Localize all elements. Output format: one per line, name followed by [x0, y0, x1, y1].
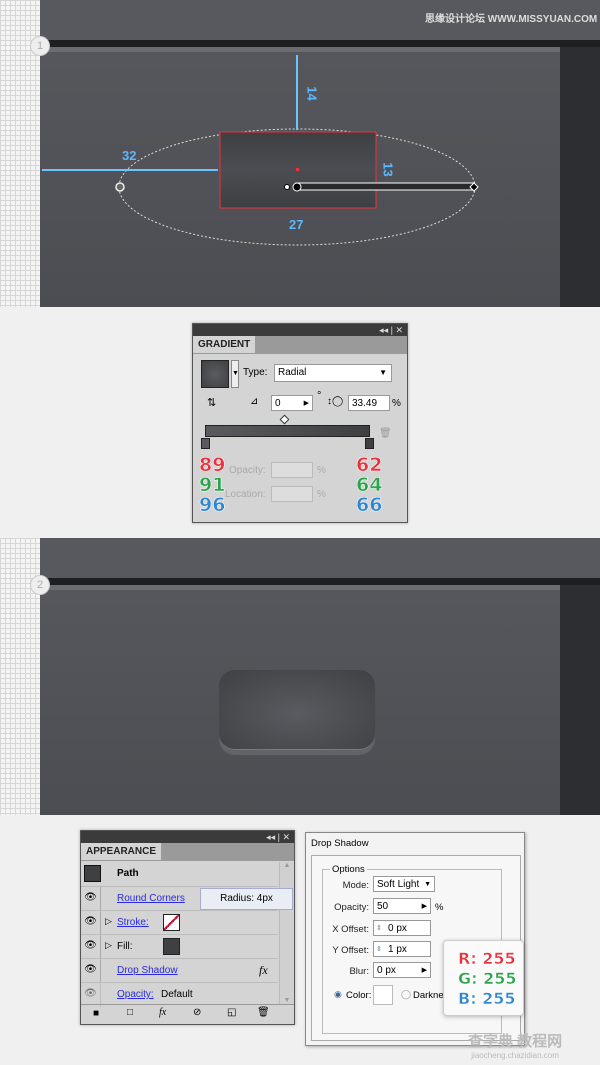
blur-input[interactable]: 0 px ▶ [373, 962, 431, 978]
angle-icon: ⊿ [250, 396, 259, 407]
angle-input[interactable]: 0 ▶ [271, 395, 313, 411]
eye-icon[interactable]: 👁 [81, 911, 101, 935]
mode-select[interactable]: Soft Light ▼ [373, 876, 435, 892]
gradient-annotation [42, 55, 479, 246]
opacity-unit: % [317, 465, 326, 476]
path-thumbnail [84, 865, 101, 882]
midpoint-diamond[interactable] [279, 414, 290, 425]
color-label: Color: [346, 990, 372, 1001]
gradient-swatch[interactable] [201, 360, 229, 388]
panel-controls[interactable]: ◂◂ | ✕ [193, 324, 407, 336]
options-legend: Options [330, 864, 367, 875]
darkness-radio[interactable]: ◯ [401, 989, 411, 1000]
stroke-row[interactable]: 👁 ▷ Stroke: [81, 910, 278, 935]
location-unit: % [317, 489, 326, 500]
eye-icon[interactable]: 👁 [81, 887, 101, 911]
x-offset-label: X Offset: [332, 924, 369, 935]
mode-label: Mode: [342, 880, 369, 891]
drop-shadow-link[interactable]: Drop Shadow [117, 965, 178, 976]
measure-left: 32 [122, 148, 137, 163]
gradient-slider[interactable] [205, 425, 370, 437]
x-offset-input[interactable]: 0 px ⇕ [373, 920, 431, 936]
dark-line-2 [40, 578, 600, 585]
opacity-label: Opacity: [229, 465, 266, 476]
appearance-panel: ◂◂ | ✕ APPEARANCE Path 👁 Round Corners 👁 ▷… [80, 830, 295, 1025]
gradient-panel: ◂◂ | ✕ GRADIENT ▼ Type: Radial ▼ ⇅ ⊿ 0 ▶ °… [192, 323, 408, 523]
delete-icon[interactable]: 🗑 [257, 1007, 270, 1018]
path-label: Path [117, 868, 139, 879]
fill-label[interactable]: Fill: [117, 941, 133, 952]
expand-triangle-icon[interactable]: ▷ [105, 940, 112, 951]
rgb-tooltip: R: 255 G: 255 B: 255 [443, 940, 524, 1016]
aspect-ratio-icon: ↕◯ [327, 396, 344, 407]
tab-appearance[interactable]: APPEARANCE [81, 843, 162, 860]
canvas-top-band-2 [40, 538, 600, 578]
location-input[interactable] [271, 486, 313, 502]
measure-right: 13 [380, 162, 396, 177]
fill-swatch[interactable] [163, 938, 180, 955]
right-stop-rgb: 62 64 66 [356, 454, 383, 516]
color-radio[interactable]: ◉ [334, 989, 342, 1000]
stroke-none-swatch[interactable] [163, 914, 180, 931]
panel-controls[interactable]: ◂◂ | ✕ [81, 831, 294, 843]
eye-icon[interactable]: 👁 [81, 935, 101, 959]
stroke-link[interactable]: Stroke: [117, 917, 149, 928]
rounded-button-shape [219, 670, 375, 750]
swatch-dropdown-icon[interactable]: ▼ [231, 360, 239, 388]
opacity-unit: % [435, 902, 444, 913]
shadow-color-swatch[interactable] [373, 985, 393, 1005]
eye-icon[interactable]: 👁 [81, 959, 101, 983]
round-corners-link[interactable]: Round Corners [117, 893, 185, 904]
expand-triangle-icon[interactable]: ▷ [105, 916, 112, 927]
path-row[interactable]: Path [81, 862, 278, 886]
opacity-link[interactable]: Opacity: [117, 989, 154, 1000]
fill-row[interactable]: 👁 ▷ Fill: [81, 934, 278, 959]
step-badge: 2 [30, 575, 50, 595]
location-label: Location: [225, 489, 266, 500]
tab-gradient[interactable]: GRADIENT [193, 336, 256, 353]
opacity-input[interactable]: 50 ▶ [373, 898, 431, 914]
y-offset-label: Y Offset: [332, 945, 369, 956]
watermark-bottom: 查字典 教程网 jiaocheng.chazidian.com [468, 1033, 563, 1060]
opacity-input[interactable] [271, 462, 313, 478]
dialog-title: Drop Shadow [311, 838, 369, 849]
add-effect-icon[interactable]: fx [159, 1007, 166, 1018]
opacity-value: Default [161, 989, 193, 1000]
new-art-icon[interactable]: ■ [93, 1008, 99, 1019]
degree-label: ° [317, 390, 322, 402]
measure-bottom: 27 [289, 217, 304, 232]
type-select[interactable]: Radial ▼ [274, 364, 392, 382]
reverse-gradient-icon[interactable]: ⇅ [207, 396, 216, 409]
scrollbar[interactable]: ▲ ▼ [279, 862, 294, 1004]
color-stop-left[interactable] [201, 438, 210, 449]
measure-top: 14 [304, 86, 320, 101]
opacity-label: Opacity: [334, 902, 369, 913]
type-label: Type: [243, 367, 268, 378]
gradient-annotator [295, 182, 475, 191]
percent-label: % [392, 398, 401, 409]
drop-shadow-row[interactable]: 👁 Drop Shadow fx [81, 958, 278, 983]
fx-icon[interactable]: fx [259, 963, 268, 978]
aspect-ratio-input[interactable]: 33.49 [348, 395, 390, 411]
duplicate-icon[interactable]: ◱ [227, 1007, 236, 1018]
right-dark-panel-2 [560, 585, 600, 815]
left-stop-rgb: 89 91 96 [199, 454, 226, 516]
color-stop-right[interactable] [365, 438, 374, 449]
new-stroke-icon[interactable]: □ [127, 1007, 133, 1018]
opacity-row[interactable]: 👁 Opacity: Default [81, 982, 278, 1007]
blur-label: Blur: [349, 966, 369, 977]
y-offset-input[interactable]: 1 px ⇕ [373, 941, 431, 957]
radius-tooltip: Radius: 4px [200, 888, 293, 910]
clear-appearance-icon[interactable]: ⊘ [193, 1007, 201, 1018]
panel-bottom-toolbar: ■ □ fx ⊘ ◱ 🗑 [81, 1004, 294, 1024]
delete-stop-icon[interactable]: 🗑 [379, 428, 392, 439]
